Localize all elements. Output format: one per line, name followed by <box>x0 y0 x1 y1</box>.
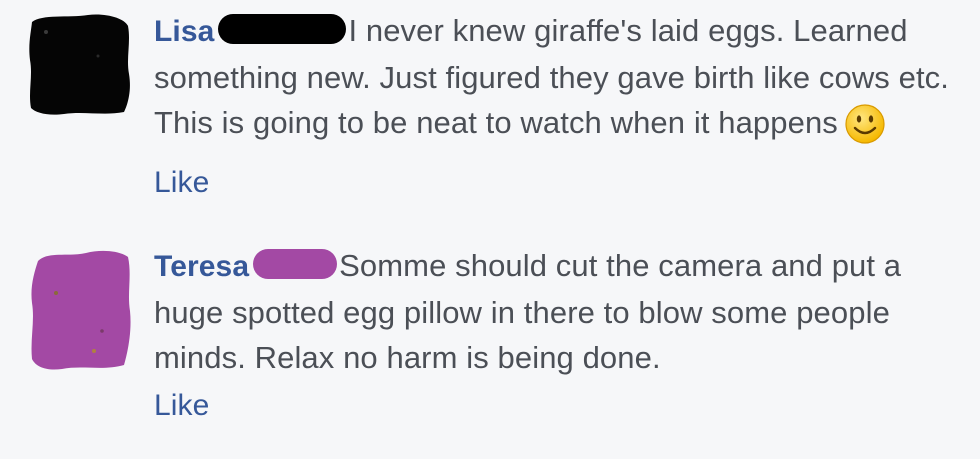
avatar-redacted[interactable] <box>28 247 132 370</box>
comment-body: Teresa Somme should cut the camera and pu… <box>154 243 954 428</box>
like-link[interactable]: Like <box>154 160 954 205</box>
comment-body: Lisa I never knew giraffe's laid eggs. Le… <box>154 8 954 205</box>
avatar-redacted[interactable] <box>28 12 132 116</box>
redacted-surname <box>253 249 338 279</box>
comment-author-link[interactable]: Teresa <box>154 250 249 283</box>
redacted-avatar-image <box>31 250 131 370</box>
smiley-emoji-icon <box>844 103 886 158</box>
redacted-surname <box>218 14 347 44</box>
comment-author-link[interactable]: Lisa <box>154 15 214 48</box>
comment-thread: Lisa I never knew giraffe's laid eggs. Le… <box>0 0 980 459</box>
like-link[interactable]: Like <box>154 383 954 428</box>
redacted-avatar-image <box>29 14 130 115</box>
